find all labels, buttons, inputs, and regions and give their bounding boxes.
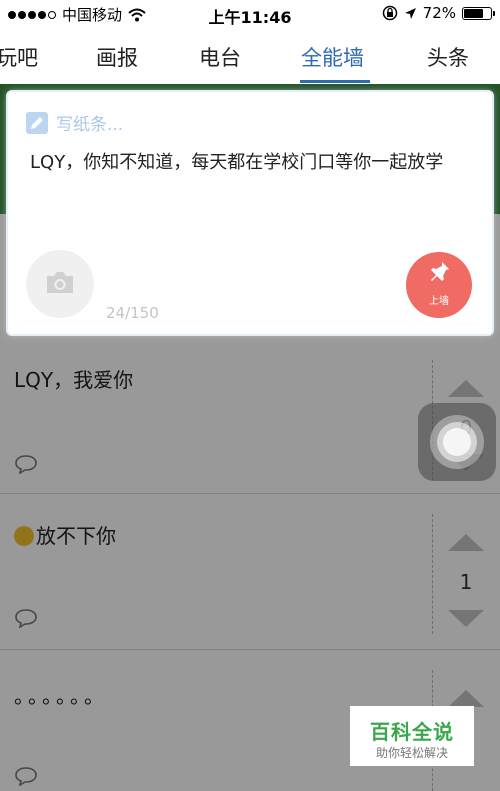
watermark-subtitle: 助你轻松解决: [375, 746, 448, 760]
battery-percent: 72%: [422, 4, 456, 22]
active-tab-indicator: [300, 80, 370, 83]
composer-placeholder: 写纸条...: [56, 115, 124, 135]
note-composer: 写纸条... LQY，你知不知道，每天都在学校门口等你一起放学 24/150 上…: [8, 92, 492, 334]
camera-icon: [47, 272, 73, 293]
status-right: 72%: [382, 4, 495, 22]
watermark-title: 百科全说: [370, 720, 454, 744]
top-tab-bar: 玩吧 画报 电台 全能墙 头条: [0, 28, 500, 84]
screen: 中国移动 上午11:46 72% 玩吧 画报 电台 全能墙 头条 LQY，我爱你…: [0, 0, 500, 791]
status-bar: 中国移动 上午11:46 72%: [0, 0, 500, 28]
tab-diantai[interactable]: 电台: [199, 42, 241, 72]
tab-wanba[interactable]: 玩吧: [0, 42, 38, 72]
pencil-icon: [26, 111, 48, 134]
assistive-touch-icon[interactable]: [418, 403, 496, 481]
lock-rotation-icon: [382, 5, 397, 21]
post-to-wall-label: 上墙: [429, 296, 449, 307]
battery-icon: [462, 6, 495, 20]
watermark-logo: 百科全说 助你轻松解决: [350, 706, 474, 766]
composer-header: 写纸条...: [26, 110, 123, 135]
pushpin-icon: [431, 262, 449, 281]
post-to-wall-button[interactable]: 上墙: [406, 252, 472, 318]
char-counter: 24/150: [106, 304, 159, 322]
location-arrow-icon: [404, 7, 416, 19]
note-text-input[interactable]: LQY，你知不知道，每天都在学校门口等你一起放学: [30, 148, 480, 174]
tab-toutiao[interactable]: 头条: [427, 42, 469, 72]
tab-quannengqiang[interactable]: 全能墙: [301, 42, 364, 72]
add-photo-button[interactable]: [26, 250, 94, 318]
tab-huabao[interactable]: 画报: [96, 42, 138, 72]
